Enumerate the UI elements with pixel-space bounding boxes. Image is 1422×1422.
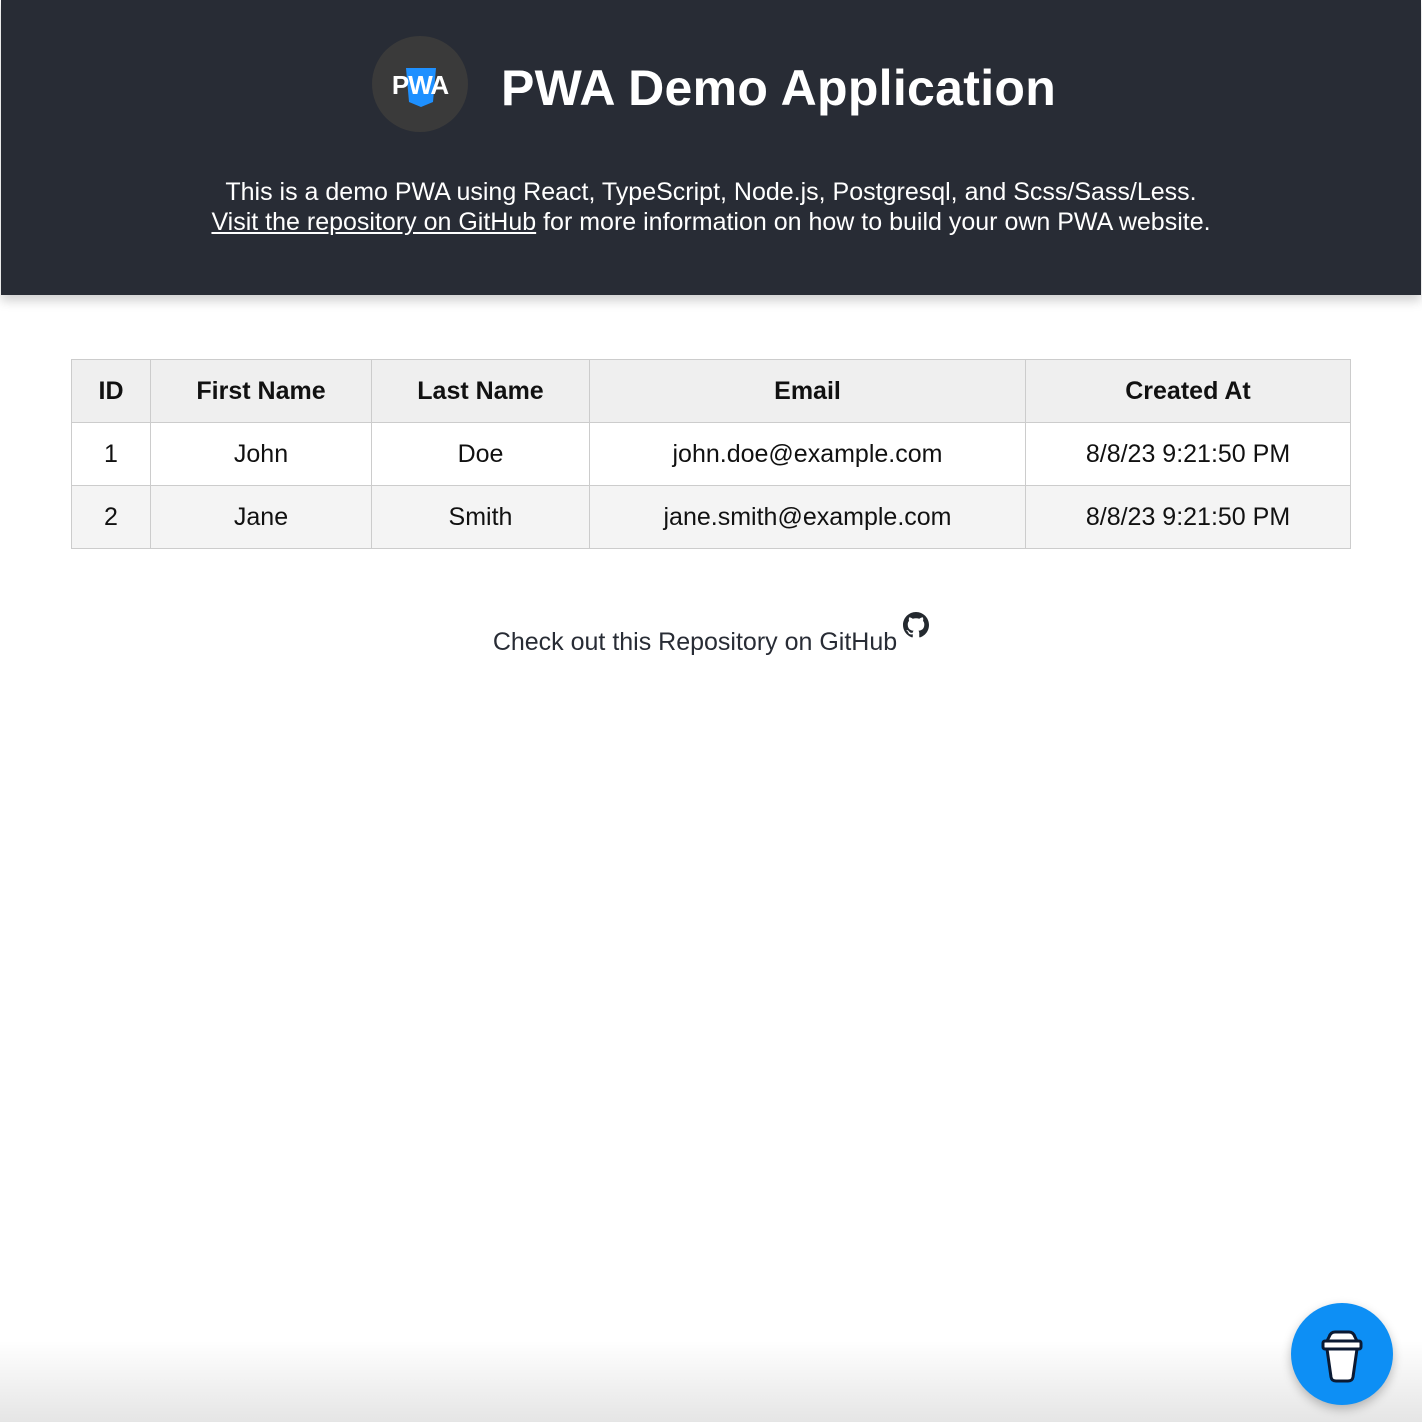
column-header-created-at: Created At: [1025, 359, 1351, 423]
column-header-id: ID: [71, 359, 151, 423]
table-header-row: ID First Name Last Name Email Created At: [71, 359, 1351, 423]
users-table-container: ID First Name Last Name Email Created At…: [71, 359, 1351, 549]
users-table: ID First Name Last Name Email Created At…: [71, 359, 1351, 549]
repository-link[interactable]: Visit the repository on GitHub: [211, 208, 536, 236]
intro-line-2: Visit the repository on GitHub for more …: [1, 207, 1421, 237]
github-repo-link-label: Check out this Repository on GitHub: [492, 628, 898, 656]
cell-created-at: 8/8/23 9:21:50 PM: [1025, 422, 1351, 486]
cell-created-at: 8/8/23 9:21:50 PM: [1025, 485, 1351, 549]
cell-id: 2: [71, 485, 151, 549]
intro-line-1: This is a demo PWA using React, TypeScri…: [225, 178, 1197, 206]
cell-first-name: John: [150, 422, 372, 486]
cell-email: jane.smith@example.com: [589, 485, 1026, 549]
page-title: PWA Demo Application: [501, 60, 1057, 116]
coffee-cup-icon: [1321, 1330, 1363, 1383]
buy-me-a-coffee-button[interactable]: [1291, 1303, 1393, 1405]
cell-last-name: Smith: [371, 485, 590, 549]
table-row: 1 John Doe john.doe@example.com 8/8/23 9…: [71, 422, 1351, 486]
bottom-shadow: [0, 1340, 1422, 1422]
cell-email: john.doe@example.com: [589, 422, 1026, 486]
github-repo-link[interactable]: Check out this Repository on GitHub: [0, 612, 1422, 658]
intro-text: This is a demo PWA using React, TypeScri…: [1, 177, 1421, 237]
column-header-last-name: Last Name: [371, 359, 590, 423]
cell-last-name: Doe: [371, 422, 590, 486]
intro-line-2-text: for more information on how to build you…: [536, 208, 1211, 236]
table-row: 2 Jane Smith jane.smith@example.com 8/8/…: [71, 485, 1351, 549]
cell-id: 1: [71, 422, 151, 486]
app-header: PWA PWA Demo Application This is a demo …: [1, 0, 1421, 295]
github-icon: [903, 612, 930, 638]
pwa-logo-text: PWA: [392, 70, 449, 100]
cell-first-name: Jane: [150, 485, 372, 549]
pwa-logo: PWA: [372, 36, 468, 132]
pwa-logo-icon: PWA: [392, 68, 450, 107]
page: PWA PWA Demo Application This is a demo …: [0, 0, 1422, 1422]
column-header-email: Email: [589, 359, 1026, 423]
column-header-first-name: First Name: [150, 359, 372, 423]
